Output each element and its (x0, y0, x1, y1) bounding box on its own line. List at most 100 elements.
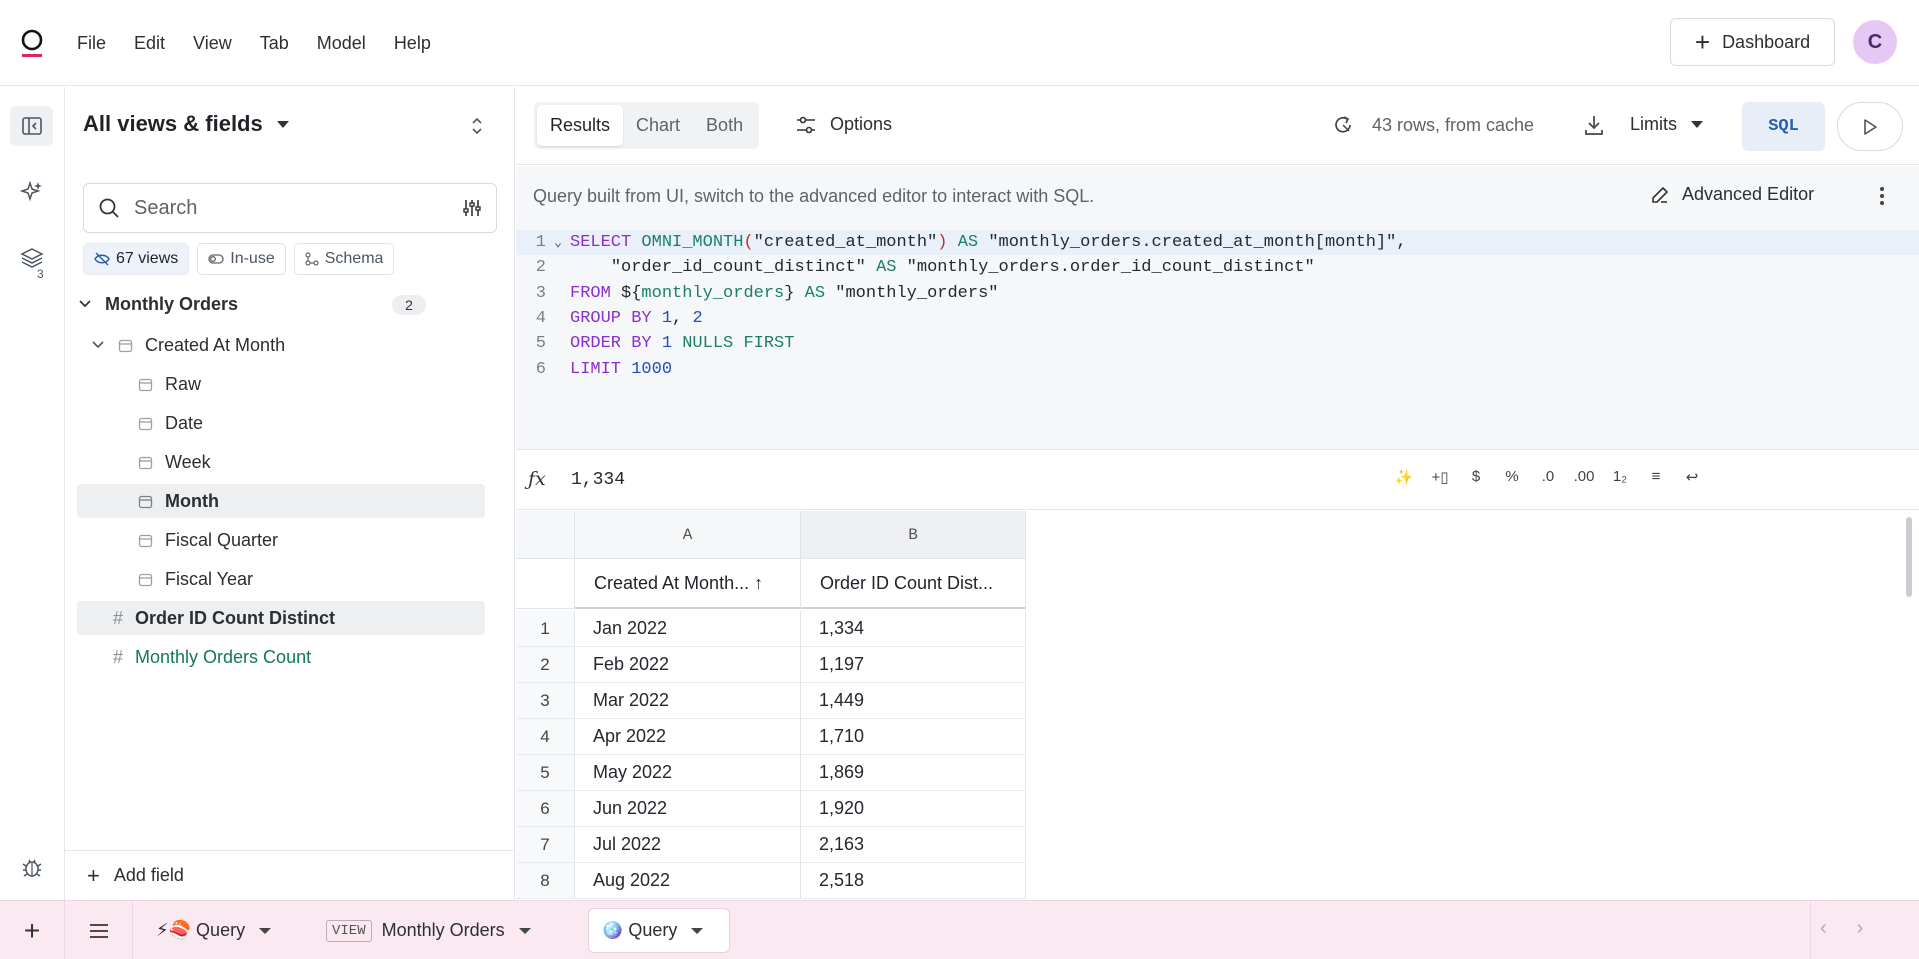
row-number[interactable]: 5 (516, 755, 575, 791)
column-header-created-at-month[interactable]: Created At Month... ↑ (575, 559, 801, 609)
expand-collapse-icon[interactable] (470, 116, 484, 137)
formula-input[interactable]: 1,334 (571, 470, 625, 490)
sql-code[interactable]: 1 ⌄ SELECT OMNI_MONTH("created_at_month") … (516, 230, 1919, 382)
row-number[interactable]: 3 (516, 683, 575, 719)
sql-button[interactable]: SQL (1742, 102, 1825, 151)
wrap-text-icon[interactable]: ↩ (1674, 468, 1710, 486)
fold-chevron-icon[interactable]: ⌄ (546, 235, 570, 250)
column-letter-b[interactable]: B (801, 511, 1026, 559)
row-number[interactable]: 8 (516, 863, 575, 899)
add-field-button[interactable]: + Add field (65, 850, 515, 900)
views-selector[interactable]: All views & fields (83, 111, 289, 137)
percent-format-icon[interactable]: % (1494, 468, 1530, 486)
advanced-editor-button[interactable]: Advanced Editor (1650, 184, 1814, 205)
caret-down-icon[interactable] (259, 927, 272, 934)
measure-order-id-count-distinct[interactable]: # Order ID Count Distinct (77, 601, 485, 635)
chip-in-use[interactable]: In-use (197, 243, 286, 275)
tab-query-1[interactable]: ⚡🍣 Query (144, 908, 283, 953)
layers-button[interactable] (10, 238, 53, 278)
ai-sparkle-button[interactable] (10, 172, 53, 212)
filter-sliders-icon[interactable] (462, 198, 482, 218)
download-icon[interactable] (1583, 113, 1605, 137)
dimension-created-at-month[interactable]: Created At Month (65, 328, 515, 362)
row-number[interactable]: 7 (516, 827, 575, 863)
timeframe-fiscal-year[interactable]: Fiscal Year (77, 562, 485, 596)
cell-order-id-count[interactable]: 1,710 (801, 719, 1026, 755)
sidebar-toggle-button[interactable] (10, 106, 53, 146)
field-search-input[interactable]: Search (83, 183, 497, 233)
chevron-right-icon[interactable]: › (1857, 917, 1864, 940)
row-number[interactable]: 6 (516, 791, 575, 827)
view-group-monthly-orders[interactable]: Monthly Orders 2 (65, 287, 515, 321)
measure-monthly-orders-count[interactable]: # Monthly Orders Count (77, 640, 485, 674)
cell-created-at-month[interactable]: Jan 2022 (575, 611, 801, 647)
row-number[interactable]: 4 (516, 719, 575, 755)
toggle-icon (208, 254, 224, 264)
timeframe-week[interactable]: Week (77, 445, 485, 479)
cell-order-id-count[interactable]: 1,869 (801, 755, 1026, 791)
chip-views[interactable]: 67 views (83, 243, 190, 275)
row-count-status[interactable]: 43 rows, from cache (1332, 114, 1534, 136)
line-number: 3 (535, 283, 546, 303)
decrease-decimals-icon[interactable]: .0 (1530, 468, 1566, 486)
cell-order-id-count[interactable]: 2,518 (801, 863, 1026, 899)
cell-order-id-count[interactable]: 1,334 (801, 611, 1026, 647)
cell-created-at-month[interactable]: Jun 2022 (575, 791, 801, 827)
tab-results[interactable]: Results (537, 105, 624, 146)
tab-list-button[interactable] (65, 901, 132, 959)
menu-help[interactable]: Help (394, 33, 431, 54)
number-format-icon[interactable]: 1₂ (1602, 468, 1638, 486)
timeframe-raw[interactable]: Raw (77, 367, 485, 401)
omni-logo-icon[interactable] (20, 28, 44, 58)
caret-down-icon[interactable] (691, 927, 704, 934)
chevron-left-icon[interactable]: ‹ (1820, 917, 1827, 940)
cell-created-at-month[interactable]: Mar 2022 (575, 683, 801, 719)
cell-order-id-count[interactable]: 1,197 (801, 647, 1026, 683)
new-tab-button[interactable]: + (0, 901, 64, 959)
tab-query-active[interactable]: 🪩 Query (588, 908, 730, 953)
menu-tab[interactable]: Tab (260, 33, 289, 54)
cell-order-id-count[interactable]: 1,449 (801, 683, 1026, 719)
grid-corner[interactable] (516, 511, 575, 559)
add-column-icon[interactable]: +▯ (1422, 468, 1458, 486)
menu-file[interactable]: File (77, 33, 106, 54)
align-left-icon[interactable]: ≡ (1638, 468, 1674, 486)
debug-button[interactable] (10, 847, 53, 887)
tab-monthly-orders[interactable]: VIEW Monthly Orders (314, 908, 543, 953)
sql-editor[interactable]: Query built from UI, switch to the advan… (516, 166, 1919, 450)
ai-sparkle-icon[interactable]: ✨ (1386, 468, 1422, 486)
limits-dropdown[interactable]: Limits (1630, 114, 1704, 135)
timeframe-date[interactable]: Date (77, 406, 485, 440)
column-letter-a[interactable]: A (575, 511, 801, 559)
column-header-order-id-count[interactable]: Order ID Count Dist... (801, 559, 1026, 609)
tab-chart[interactable]: Chart (623, 105, 693, 146)
menu-model[interactable]: Model (317, 33, 366, 54)
options-button[interactable]: Options (796, 114, 892, 135)
tab-both[interactable]: Both (693, 105, 756, 146)
dashboard-button[interactable]: + Dashboard (1670, 18, 1835, 66)
row-number[interactable]: 2 (516, 647, 575, 683)
vertical-scrollbar[interactable] (1906, 517, 1912, 597)
menu-view[interactable]: View (193, 33, 232, 54)
cell-created-at-month[interactable]: Apr 2022 (575, 719, 801, 755)
timeframe-fiscal-quarter[interactable]: Fiscal Quarter (77, 523, 485, 557)
calendar-icon (118, 339, 133, 352)
chip-schema[interactable]: Schema (293, 243, 395, 275)
avatar[interactable]: C (1853, 20, 1897, 64)
run-query-button[interactable] (1837, 102, 1903, 151)
cell-created-at-month[interactable]: Jul 2022 (575, 827, 801, 863)
timeframe-month[interactable]: Month (77, 484, 485, 518)
cell-order-id-count[interactable]: 1,920 (801, 791, 1026, 827)
increase-decimals-icon[interactable]: .00 (1566, 468, 1602, 486)
currency-format-icon[interactable]: $ (1458, 468, 1494, 486)
cell-created-at-month[interactable]: Aug 2022 (575, 863, 801, 899)
menu-edit[interactable]: Edit (134, 33, 165, 54)
line-number: 5 (535, 334, 546, 354)
cell-created-at-month[interactable]: Feb 2022 (575, 647, 801, 683)
row-number[interactable]: 1 (516, 611, 575, 647)
cell-order-id-count[interactable]: 2,163 (801, 827, 1026, 863)
cell-created-at-month[interactable]: May 2022 (575, 755, 801, 791)
caret-down-icon[interactable] (518, 927, 531, 934)
more-vertical-icon[interactable] (1879, 186, 1885, 206)
formula-bar: ƒx 1,334 ✨ +▯ $ % .0 .00 1₂ ≡ ↩ (516, 451, 1919, 510)
